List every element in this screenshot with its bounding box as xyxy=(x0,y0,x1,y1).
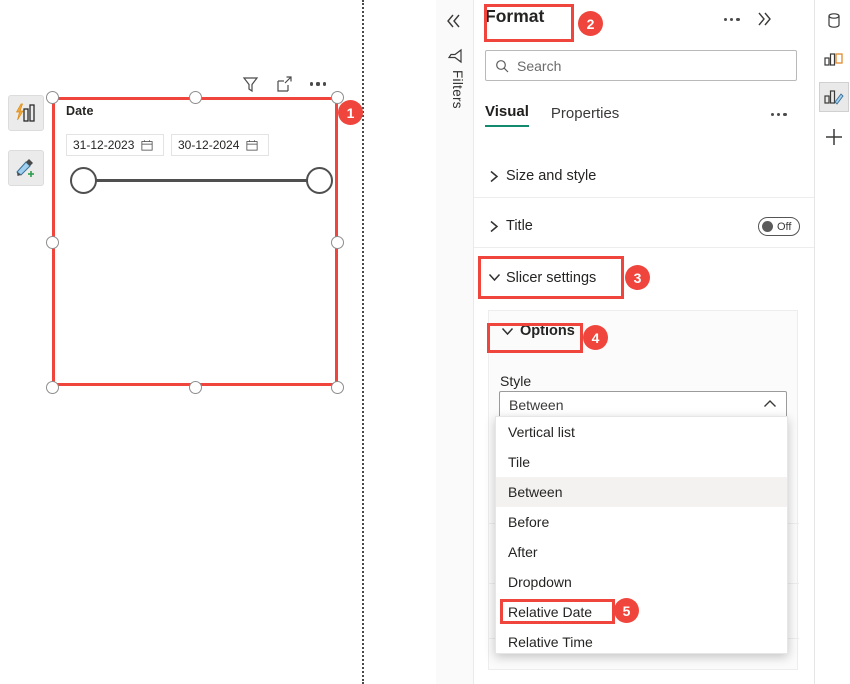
slicer-slider-handle-start[interactable] xyxy=(70,167,97,194)
pane-tabs[interactable]: Visual Properties xyxy=(485,103,619,127)
annotation-box-relative-date xyxy=(500,599,615,624)
slicer-start-date-value: 31-12-2023 xyxy=(73,138,135,152)
dropdown-option-vertical-list[interactable]: Vertical list xyxy=(496,417,787,447)
toggle-knob xyxy=(762,221,773,232)
dropdown-option-between[interactable]: Between xyxy=(496,477,787,507)
dropdown-option-tile[interactable]: Tile xyxy=(496,447,787,477)
annotation-badge-5: 5 xyxy=(614,598,639,623)
resize-handle-bottom-right[interactable] xyxy=(331,381,344,394)
annotation-badge-2: 2 xyxy=(578,11,603,36)
annotation-box-options xyxy=(487,323,583,353)
format-painter-button[interactable] xyxy=(8,150,44,186)
dropdown-option-before[interactable]: Before xyxy=(496,507,787,537)
resize-handle-middle-left[interactable] xyxy=(46,236,59,249)
search-input[interactable]: Search xyxy=(485,50,797,81)
more-options-icon[interactable] xyxy=(308,74,328,94)
dropdown-option-relative-time[interactable]: Relative Time xyxy=(496,627,787,657)
search-placeholder: Search xyxy=(517,57,562,74)
resize-handle-middle-right[interactable] xyxy=(331,236,344,249)
style-selected-value: Between xyxy=(509,396,564,413)
collapse-pane-button[interactable] xyxy=(444,12,466,32)
filter-icon[interactable] xyxy=(447,48,463,64)
filter-icon[interactable] xyxy=(240,74,260,94)
annotation-badge-4: 4 xyxy=(583,325,608,350)
canvas-pane-divider xyxy=(362,0,364,684)
paintbrush-plus-icon xyxy=(16,159,34,177)
title-toggle[interactable]: Off xyxy=(758,217,800,236)
section-size-and-style[interactable]: Size and style xyxy=(474,155,814,198)
screenshot-root: Date 31-12-2023 30-12-2024 Filters Forma… xyxy=(0,0,850,684)
annotation-box-format xyxy=(484,4,574,42)
dropdown-option-dropdown[interactable]: Dropdown xyxy=(496,567,787,597)
resize-handle-top-center[interactable] xyxy=(189,91,202,104)
search-icon xyxy=(496,59,509,72)
tab-visual[interactable]: Visual xyxy=(485,103,529,127)
resize-handle-bottom-left[interactable] xyxy=(46,381,59,394)
section-title[interactable]: Title Off xyxy=(474,205,814,248)
slicer-slider-handle-end[interactable] xyxy=(306,167,333,194)
resize-handle-top-left[interactable] xyxy=(46,91,59,104)
tab-properties[interactable]: Properties xyxy=(551,105,619,127)
calendar-icon[interactable] xyxy=(246,139,258,151)
slicer-start-date-input[interactable]: 31-12-2023 xyxy=(66,134,164,156)
slicer-end-date-value: 30-12-2024 xyxy=(178,138,240,152)
build-visual-icon[interactable] xyxy=(819,44,849,74)
chevron-up-icon xyxy=(763,396,777,414)
expand-chevrons-icon[interactable] xyxy=(754,10,774,33)
style-select[interactable]: Between xyxy=(499,391,787,418)
section-label: Size and style xyxy=(506,168,597,184)
focus-mode-icon[interactable] xyxy=(274,74,294,94)
filters-pane-label[interactable]: Filters xyxy=(443,70,465,109)
visual-header-toolbar[interactable] xyxy=(240,74,328,94)
style-field-label: Style xyxy=(500,373,532,389)
calendar-icon[interactable] xyxy=(141,139,153,151)
annotation-box-slicer-settings xyxy=(478,256,624,299)
data-pane-icon[interactable] xyxy=(819,6,849,36)
lightning-bar-chart-icon xyxy=(15,103,35,122)
dropdown-option-after[interactable]: After xyxy=(496,537,787,567)
section-label: Title xyxy=(506,218,533,234)
toggle-state-label: Off xyxy=(777,220,792,233)
slicer-title: Date xyxy=(66,104,94,118)
slicer-end-date-input[interactable]: 30-12-2024 xyxy=(171,134,269,156)
smart-narrative-button[interactable] xyxy=(8,95,44,131)
tabs-more-options-icon[interactable] xyxy=(771,113,787,117)
resize-handle-bottom-center[interactable] xyxy=(189,381,202,394)
add-pane-icon[interactable] xyxy=(819,122,849,152)
report-canvas[interactable]: Date 31-12-2023 30-12-2024 xyxy=(0,0,362,684)
pane-switcher-rail xyxy=(814,0,850,684)
annotation-badge-3: 3 xyxy=(625,265,650,290)
chevron-right-icon xyxy=(486,170,502,183)
pane-more-options-icon[interactable] xyxy=(724,18,740,22)
format-visual-icon[interactable] xyxy=(819,82,849,112)
chevron-right-icon xyxy=(486,220,502,233)
slicer-slider-track[interactable] xyxy=(84,179,320,182)
annotation-badge-1: 1 xyxy=(338,100,363,125)
